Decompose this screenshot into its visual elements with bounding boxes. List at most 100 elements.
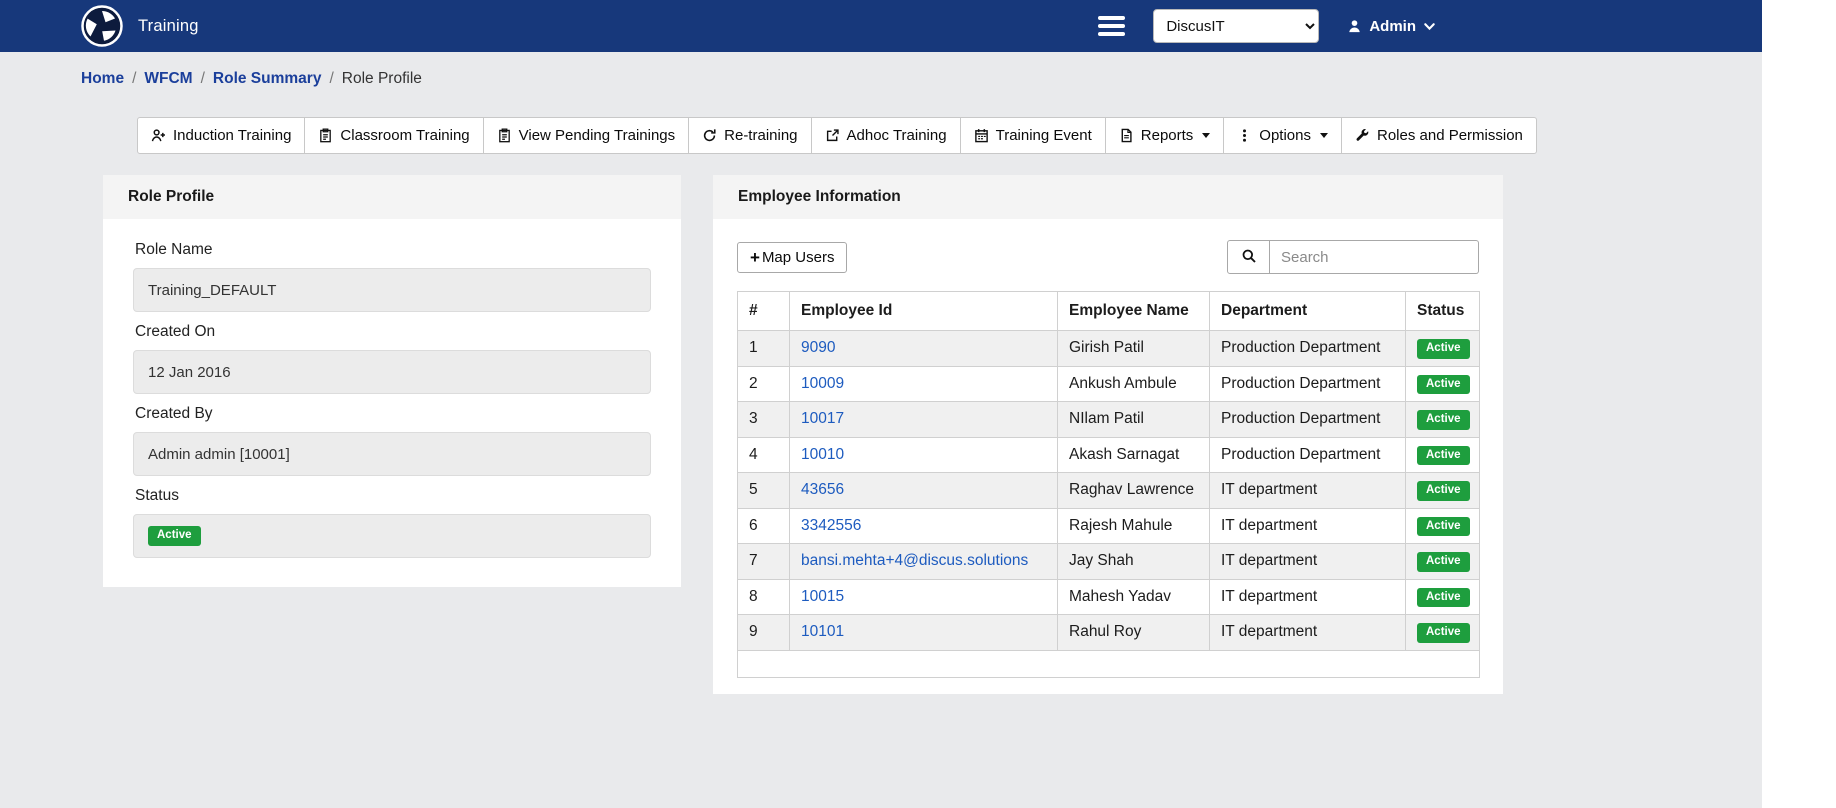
toolbar-button-re-training[interactable]: Re-training xyxy=(688,117,811,154)
status-badge: Active xyxy=(1417,410,1470,430)
role-profile-fields: Role NameTraining_DEFAULTCreated On12 Ja… xyxy=(103,219,681,558)
role-profile-title: Role Profile xyxy=(103,175,681,219)
plus-icon: + xyxy=(750,249,760,266)
field-label-created-by: Created By xyxy=(135,405,651,423)
field-label-created-on: Created On xyxy=(135,323,651,341)
employee-id-link[interactable]: 43656 xyxy=(801,481,844,498)
toolbar-button-adhoc-training[interactable]: Adhoc Training xyxy=(811,117,961,154)
person-plus-icon xyxy=(151,128,166,143)
department-cell: IT department xyxy=(1210,508,1406,544)
breadcrumb-separator: / xyxy=(201,70,205,88)
status-cell: Active xyxy=(1406,473,1480,509)
status-badge: Active xyxy=(1417,446,1470,466)
department-cell: Production Department xyxy=(1210,331,1406,367)
search-input[interactable] xyxy=(1270,240,1479,274)
department-cell: Production Department xyxy=(1210,402,1406,438)
row-number: 2 xyxy=(738,366,790,402)
row-number: 3 xyxy=(738,402,790,438)
employee-info-panel: Employee Information +Map Users xyxy=(713,175,1503,694)
toolbar-button-label: Training Event xyxy=(996,127,1092,144)
status-cell: Active xyxy=(1406,544,1480,580)
employee-id-link[interactable]: bansi.mehta+4@discus.solutions xyxy=(801,552,1028,569)
user-label: Admin xyxy=(1369,18,1416,35)
employee-id-cell: 10101 xyxy=(790,615,1058,651)
toolbar-button-induction-training[interactable]: Induction Training xyxy=(137,117,305,154)
status-cell: Active xyxy=(1406,579,1480,615)
employee-info-title: Employee Information xyxy=(713,175,1503,219)
toolbar-button-label: Adhoc Training xyxy=(847,127,947,144)
document-icon xyxy=(1119,128,1134,143)
row-number: 7 xyxy=(738,544,790,580)
status-cell: Active xyxy=(1406,366,1480,402)
employee-table-body: 19090Girish PatilProduction DepartmentAc… xyxy=(738,331,1480,651)
employee-name-cell: Raghav Lawrence xyxy=(1058,473,1210,509)
refresh-icon xyxy=(702,128,717,143)
department-cell: Production Department xyxy=(1210,437,1406,473)
employee-id-link[interactable]: 10017 xyxy=(801,410,844,427)
employee-id-link[interactable]: 10009 xyxy=(801,375,844,392)
toolbar-button-view-pending-trainings[interactable]: View Pending Trainings xyxy=(483,117,690,154)
toolbar-button-label: Classroom Training xyxy=(340,127,469,144)
status-badge: Active xyxy=(148,526,201,546)
employee-name-cell: Girish Patil xyxy=(1058,331,1210,367)
search-icon xyxy=(1241,248,1257,267)
department-cell: IT department xyxy=(1210,544,1406,580)
column-header-status: Status xyxy=(1406,292,1480,331)
app-title: Training xyxy=(138,17,199,36)
employee-id-link[interactable]: 10010 xyxy=(801,446,844,463)
employee-id-cell: 10017 xyxy=(790,402,1058,438)
table-row: 210009Ankush AmbuleProduction Department… xyxy=(738,366,1480,402)
employee-id-link[interactable]: 10101 xyxy=(801,623,844,640)
toolbar-button-reports[interactable]: Reports xyxy=(1105,117,1225,154)
column-header-department: Department xyxy=(1210,292,1406,331)
employee-name-cell: Jay Shah xyxy=(1058,544,1210,580)
hamburger-menu-icon[interactable] xyxy=(1098,16,1125,36)
search-button[interactable] xyxy=(1227,240,1270,274)
map-users-label: Map Users xyxy=(762,249,835,266)
breadcrumb-separator: / xyxy=(132,70,136,88)
breadcrumb-separator: / xyxy=(329,70,333,88)
table-row: 543656Raghav LawrenceIT departmentActive xyxy=(738,473,1480,509)
toolbar-button-options[interactable]: Options xyxy=(1223,117,1342,154)
employee-name-cell: Rahul Roy xyxy=(1058,615,1210,651)
toolbar-button-label: Induction Training xyxy=(173,127,291,144)
field-value-role-name: Training_DEFAULT xyxy=(133,268,651,312)
column-header--: # xyxy=(738,292,790,331)
row-number: 4 xyxy=(738,437,790,473)
field-label-status: Status xyxy=(135,487,651,505)
company-select[interactable]: DiscusIT xyxy=(1153,9,1319,43)
status-cell: Active xyxy=(1406,615,1480,651)
chevron-down-icon xyxy=(1202,133,1210,138)
page: Training DiscusIT Admin xyxy=(0,0,1762,808)
department-cell: IT department xyxy=(1210,579,1406,615)
toolbar-button-classroom-training[interactable]: Classroom Training xyxy=(304,117,483,154)
breadcrumb-current: Role Profile xyxy=(342,70,422,88)
department-cell: Production Department xyxy=(1210,366,1406,402)
employee-id-link[interactable]: 3342556 xyxy=(801,517,861,534)
breadcrumb-link-home[interactable]: Home xyxy=(81,70,124,88)
top-navbar: Training DiscusIT Admin xyxy=(0,0,1762,52)
employee-id-link[interactable]: 10015 xyxy=(801,588,844,605)
status-cell: Active xyxy=(1406,508,1480,544)
employee-id-link[interactable]: 9090 xyxy=(801,339,835,356)
app-logo-icon xyxy=(80,4,124,48)
status-badge: Active xyxy=(1417,481,1470,501)
table-row: 810015Mahesh YadavIT departmentActive xyxy=(738,579,1480,615)
clipboard-icon xyxy=(497,128,512,143)
row-number: 9 xyxy=(738,615,790,651)
breadcrumb-link-wfcm[interactable]: WFCM xyxy=(144,70,192,88)
chevron-down-icon xyxy=(1320,133,1328,138)
map-users-button[interactable]: +Map Users xyxy=(737,242,847,273)
breadcrumb-link-role-summary[interactable]: Role Summary xyxy=(213,70,322,88)
status-badge: Active xyxy=(1417,339,1470,359)
clipboard-icon xyxy=(318,128,333,143)
employee-id-cell: 10009 xyxy=(790,366,1058,402)
toolbar-button-training-event[interactable]: Training Event xyxy=(960,117,1106,154)
table-row: 7 bansi.mehta+4@discus.solutions Jay ShahI… xyxy=(738,544,1480,580)
employee-id-cell: 10010 xyxy=(790,437,1058,473)
user-menu[interactable]: Admin xyxy=(1347,18,1436,35)
toolbar-button-roles-and-permission[interactable]: Roles and Permission xyxy=(1341,117,1537,154)
department-cell: IT department xyxy=(1210,615,1406,651)
employee-name-cell: Akash Sarnagat xyxy=(1058,437,1210,473)
status-cell: Active xyxy=(1406,437,1480,473)
